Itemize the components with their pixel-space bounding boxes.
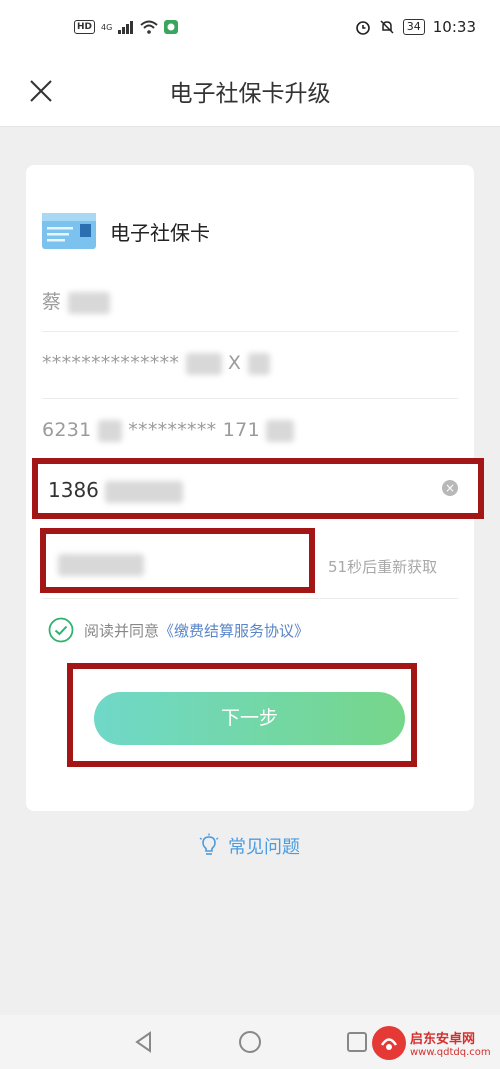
name-redaction: [67, 291, 110, 314]
clear-icon: ×: [444, 481, 456, 495]
app-header: 电子社保卡升级: [0, 60, 500, 127]
bank-row: 6231 ********* 171: [42, 419, 295, 442]
id-row: ************** X: [42, 352, 270, 375]
faq-label: 常见问题: [228, 837, 300, 858]
id-suffix: X: [227, 352, 242, 374]
bank-redaction: [97, 419, 122, 442]
bank-masked: *********: [128, 419, 217, 441]
name-field: 蔡: [42, 265, 458, 332]
network-label: 4G: [101, 22, 113, 32]
home-circle-icon: [239, 1031, 261, 1053]
status-time: 10:33: [432, 18, 476, 36]
watermark-url: www.qdtdq.com: [410, 1047, 491, 1058]
agreement-text: 阅读并同意: [84, 621, 160, 640]
check-circle-icon[interactable]: [48, 617, 74, 643]
clear-phone-button[interactable]: ×: [442, 480, 458, 496]
hd-badge: HD: [74, 20, 96, 34]
faq-link[interactable]: 常见问题: [198, 833, 300, 859]
site-watermark: 启东安卓网 www.qdtdq.com: [372, 1026, 491, 1060]
status-bar: HD 4G 34 10:33: [0, 0, 500, 60]
code-field-highlight: [40, 528, 315, 593]
code-divider: [42, 598, 458, 599]
social-security-card-icon: [42, 213, 96, 249]
battery-indicator: 34: [402, 19, 425, 35]
status-right: 34 10:33: [355, 18, 476, 36]
phone-prefix: 1386: [48, 478, 99, 502]
agreement-row: 阅读并同意 《缴费结算服务协议》: [48, 617, 309, 643]
watermark-logo-icon: [372, 1026, 406, 1060]
card-header: 电子社保卡: [42, 213, 210, 249]
lightbulb-icon: [199, 833, 219, 855]
phone-value-row[interactable]: 1386: [48, 478, 184, 503]
nav-recents-button[interactable]: [344, 1029, 370, 1055]
bank-suffix: 171: [222, 419, 260, 441]
agreement-link[interactable]: 《缴费结算服务协议》: [159, 620, 309, 641]
bank-prefix: 6231: [42, 419, 92, 441]
nav-back-button[interactable]: [131, 1029, 157, 1055]
next-step-button[interactable]: 下一步: [94, 692, 405, 745]
signal-icon: [118, 21, 134, 34]
wifi-icon: [140, 20, 158, 34]
recents-square-icon: [347, 1032, 367, 1052]
id-number-field: ************** X: [42, 332, 458, 399]
resend-code-button[interactable]: 51秒后重新获取: [328, 556, 437, 577]
phone-field-highlight: 1386 ×: [32, 458, 484, 519]
id-redaction: [185, 352, 222, 375]
name-row: 蔡: [42, 287, 110, 314]
nav-home-button[interactable]: [237, 1029, 263, 1055]
mute-bell-icon: [380, 20, 394, 34]
name-value: 蔡: [42, 291, 62, 313]
id-redaction-end: [247, 352, 270, 375]
phone-redaction: [105, 480, 184, 503]
watermark-title: 启东安卓网: [410, 1032, 476, 1047]
alarm-icon: [355, 21, 370, 35]
status-left: HD 4G: [74, 20, 179, 34]
verification-code-input[interactable]: [54, 548, 178, 578]
page-title: 电子社保卡升级: [169, 81, 331, 107]
watermark-text: 启东安卓网 www.qdtdq.com: [410, 1028, 491, 1058]
back-triangle-icon: [135, 1031, 151, 1053]
id-masked: **************: [42, 352, 180, 374]
bank-redaction-end: [266, 419, 295, 442]
card-title: 电子社保卡: [110, 220, 210, 245]
app-notification-icon: [164, 20, 179, 34]
bank-card-field: 6231 ********* 171: [42, 399, 458, 466]
